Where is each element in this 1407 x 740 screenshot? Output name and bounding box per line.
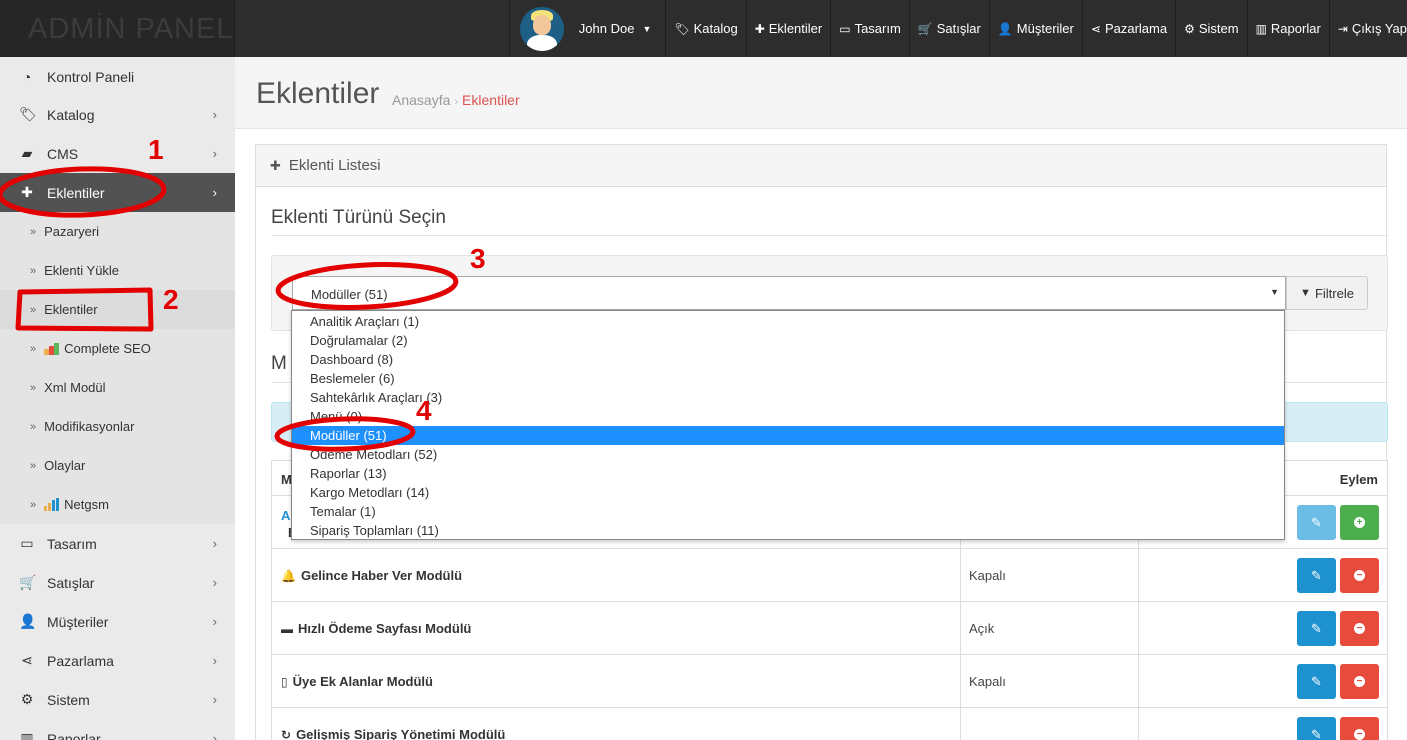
annotation-overlay xyxy=(0,166,459,452)
annotation-circle-4 xyxy=(274,416,416,452)
annotation-number-4: 4 xyxy=(416,395,432,426)
annotation-number-3: 3 xyxy=(470,243,486,274)
annotation-number-2: 2 xyxy=(163,284,179,315)
annotation-number-1: 1 xyxy=(148,134,164,165)
annotation-circle-3 xyxy=(275,262,459,310)
annotation-circle-1 xyxy=(0,166,167,218)
annotation-box-2 xyxy=(15,287,154,332)
